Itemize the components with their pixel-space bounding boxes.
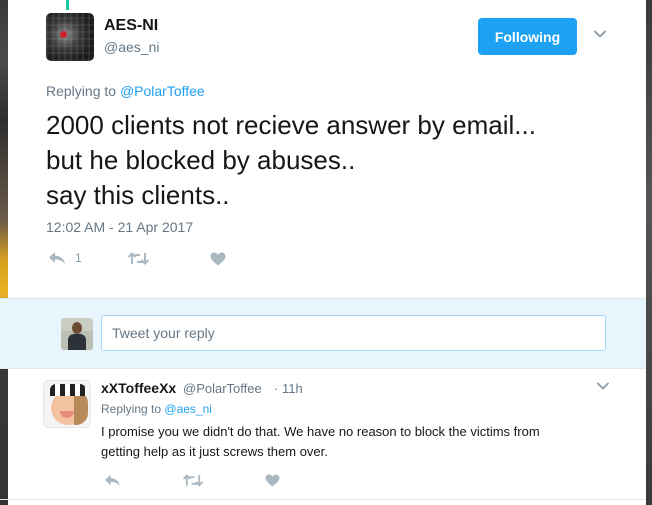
- avatar-hair: [74, 391, 88, 425]
- current-user-avatar: [61, 318, 93, 350]
- reply-tweet-text: I promise you we didn't do that. We have…: [101, 422, 601, 462]
- divider: [0, 368, 646, 369]
- avatar-head: [72, 322, 82, 334]
- replying-prefix: Replying to: [101, 402, 162, 416]
- following-button[interactable]: Following: [478, 18, 577, 55]
- avatar-red-dot: [60, 31, 67, 38]
- chevron-down-icon[interactable]: [594, 28, 606, 40]
- reply-button[interactable]: 1: [48, 251, 82, 265]
- reply-author-name[interactable]: xXToffeeXx: [101, 380, 176, 396]
- reply-text-line: getting help as it just screws them over…: [101, 444, 328, 459]
- background-page-edge-right: [646, 0, 652, 505]
- replying-prefix: Replying to: [46, 83, 117, 99]
- chevron-down-icon[interactable]: [597, 380, 609, 392]
- reply-icon: [49, 252, 65, 264]
- retweet-icon: [183, 474, 203, 487]
- tweet-text: 2000 clients not recieve answer by email…: [46, 108, 626, 213]
- heart-icon: [210, 252, 226, 266]
- author-display-name[interactable]: AES-NI: [104, 17, 158, 35]
- avatar-pattern: [46, 13, 94, 61]
- decorative-mark: [66, 0, 69, 10]
- tweet-reply-input[interactable]: [101, 315, 606, 351]
- avatar-body: [68, 334, 86, 350]
- reply-time-label[interactable]: 11h: [282, 381, 303, 396]
- author-handle[interactable]: @aes_ni: [104, 39, 159, 55]
- tweet-text-line: 2000 clients not recieve answer by email…: [46, 110, 536, 140]
- reply-count: 1: [75, 251, 82, 265]
- reply-replying-to: Replying to @aes_ni: [101, 402, 212, 416]
- reply-author-avatar[interactable]: [43, 380, 91, 428]
- divider: [0, 499, 646, 500]
- reply-time[interactable]: · 11h: [274, 381, 303, 396]
- replying-to-link[interactable]: @PolarToffee: [120, 83, 205, 99]
- reply-author-handle[interactable]: @PolarToffee: [183, 381, 262, 396]
- reply-button[interactable]: [104, 474, 121, 487]
- replying-to-link[interactable]: @aes_ni: [164, 402, 212, 416]
- author-avatar[interactable]: [46, 13, 94, 61]
- replying-to: Replying to @PolarToffee: [46, 83, 205, 99]
- avatar-cap: [50, 384, 86, 396]
- like-button[interactable]: [265, 474, 280, 487]
- tweet-timestamp[interactable]: 12:02 AM - 21 Apr 2017: [46, 219, 193, 235]
- retweet-icon: [128, 252, 149, 265]
- like-button[interactable]: [210, 252, 226, 266]
- heart-icon: [265, 474, 280, 487]
- tweet-text-line: say this clients..: [46, 180, 230, 210]
- reply-icon: [105, 474, 120, 487]
- reply-text-line: I promise you we didn't do that. We have…: [101, 424, 540, 439]
- separator-dot: ·: [274, 381, 279, 396]
- retweet-button[interactable]: [183, 474, 203, 487]
- retweet-button[interactable]: [128, 252, 149, 265]
- background-page-edge: [0, 0, 8, 505]
- tweet-text-line: but he blocked by abuses..: [46, 145, 356, 175]
